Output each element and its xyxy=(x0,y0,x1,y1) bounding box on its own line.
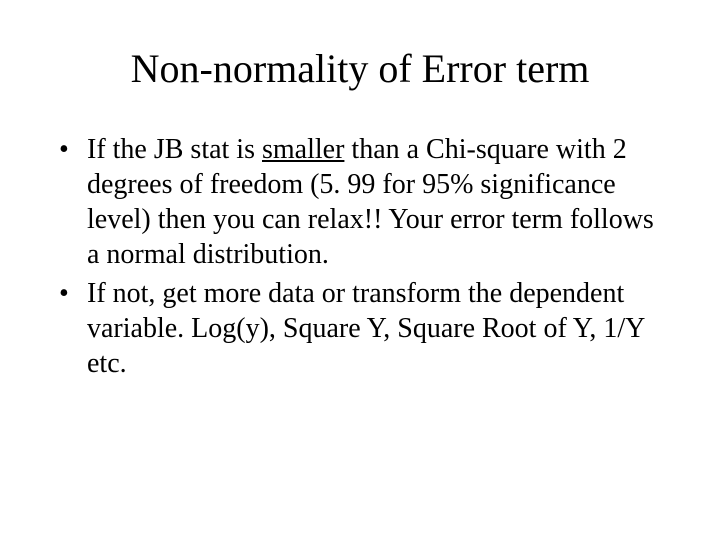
bullet-text-underlined: smaller xyxy=(262,134,344,165)
bullet-text-pre: If the JB stat is xyxy=(87,134,262,165)
slide-title: Non-normality of Error term xyxy=(55,45,665,92)
list-item: If the JB stat is smaller than a Chi-squ… xyxy=(55,132,665,272)
bullet-text-pre: If not, get more data or transform the d… xyxy=(87,278,644,379)
bullet-list: If the JB stat is smaller than a Chi-squ… xyxy=(55,132,665,381)
list-item: If not, get more data or transform the d… xyxy=(55,276,665,381)
